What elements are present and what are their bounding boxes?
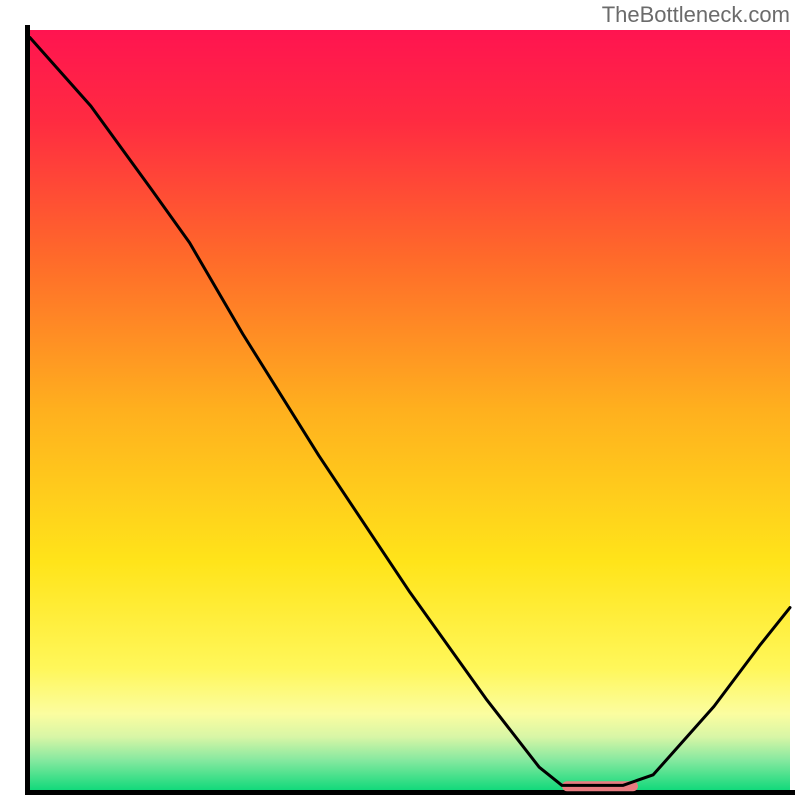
chart-frame: TheBottleneck.com: [0, 0, 800, 800]
plot-background: [30, 30, 790, 790]
bottleneck-chart: [0, 0, 800, 800]
